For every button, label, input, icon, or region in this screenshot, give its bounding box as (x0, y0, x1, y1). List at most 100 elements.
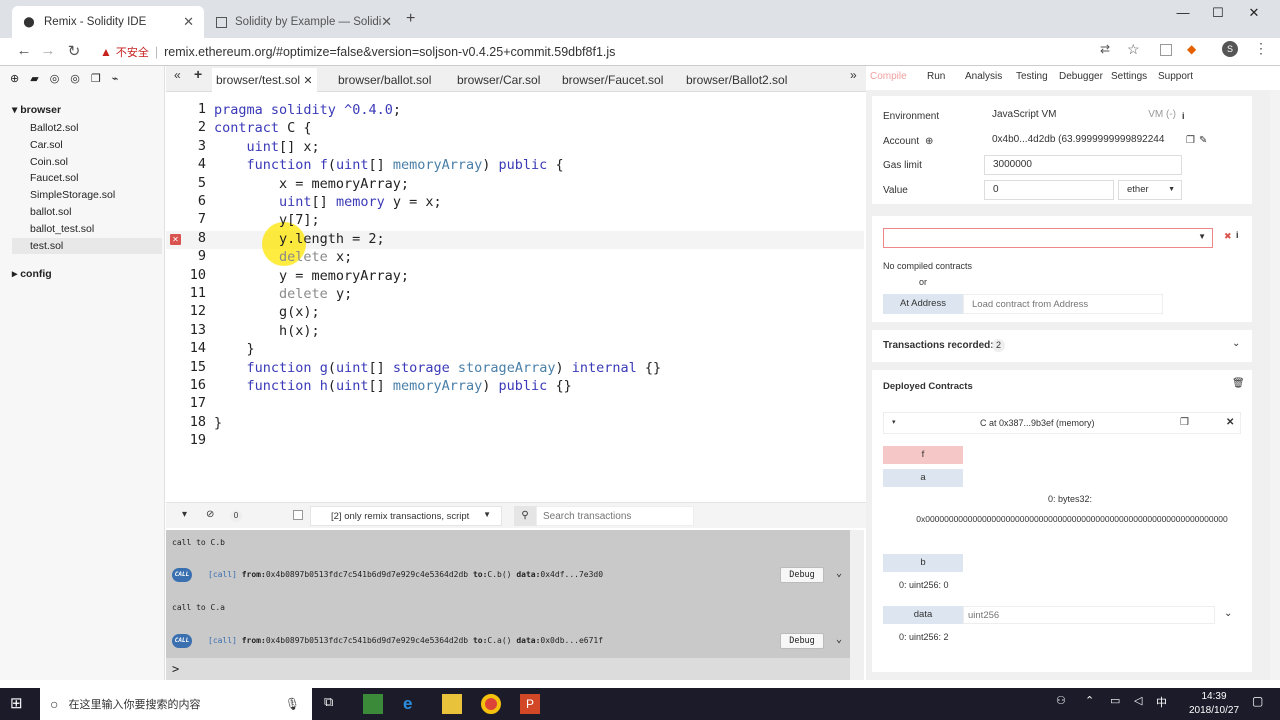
file-item[interactable]: ballot.sol (12, 204, 162, 221)
gas-limit-input[interactable]: 3000000 (984, 155, 1182, 175)
caret-down-icon[interactable]: ▾ (892, 418, 896, 426)
file-item-selected[interactable]: test.sol (12, 237, 162, 255)
file-item[interactable]: SimpleStorage.sol (12, 187, 162, 204)
copy-icon[interactable]: ❐ (1180, 417, 1189, 428)
avatar[interactable]: S (1222, 41, 1238, 57)
new-tab-icon[interactable]: + (406, 10, 415, 28)
info-icon[interactable]: i (1182, 111, 1185, 121)
console-prompt[interactable]: > (166, 658, 850, 680)
search-icon[interactable]: ⚲ (514, 506, 536, 526)
chevron-down-icon[interactable]: ⌄ (1224, 608, 1232, 619)
tab-debugger[interactable]: Debugger (1059, 71, 1103, 82)
console-scrollbar[interactable] (850, 530, 864, 680)
console-entry[interactable]: [call] from:0x4b0897b0513fdc7c541b6d9d7e… (208, 570, 603, 579)
contract-select[interactable]: ▼ (883, 228, 1213, 248)
tab-testing[interactable]: Testing (1016, 71, 1048, 82)
account-select[interactable]: 0x4b0...4d2db (63.9999999999892244 (984, 131, 1182, 151)
ime-icon[interactable]: 中 (1156, 694, 1176, 714)
chevron-down-icon[interactable]: ⌄ (836, 634, 842, 645)
github-icon[interactable]: ◎ (50, 72, 60, 85)
open-folder-icon[interactable]: ▰ (30, 72, 38, 85)
at-address-button[interactable]: At Address (883, 294, 963, 314)
close-editor-tab-icon[interactable]: ✕ (303, 75, 312, 87)
clear-console-icon[interactable]: ⊘ (206, 509, 214, 520)
notification-icon[interactable]: ▢ (1252, 694, 1272, 714)
editor-tab[interactable]: browser/Car.sol (457, 68, 540, 92)
trash-icon[interactable]: 🗑 (1232, 378, 1245, 389)
edit-icon[interactable]: ✎ (1199, 135, 1207, 146)
link-icon[interactable]: ⌁ (112, 72, 119, 85)
add-tab-icon[interactable]: + (194, 66, 202, 82)
close-tab-icon[interactable]: ✕ (183, 14, 194, 30)
value-input[interactable]: 0 (984, 180, 1114, 200)
file-item[interactable]: Car.sol (12, 137, 162, 154)
tab-analysis[interactable]: Analysis (965, 71, 1002, 82)
console-entry[interactable]: [call] from:0x4b0897b0513fdc7c541b6d9d7e… (208, 636, 603, 645)
chevron-down-icon[interactable]: ⌄ (1232, 338, 1240, 349)
gist-icon[interactable]: ◎ (70, 72, 80, 85)
url-text[interactable]: remix.ethereum.org/#optimize=false&versi… (164, 45, 615, 59)
close-tab-icon[interactable]: ✕ (381, 14, 392, 30)
panel-scrollbar[interactable] (1270, 90, 1280, 680)
listen-network-checkbox[interactable] (293, 510, 303, 520)
powerpoint-icon[interactable]: P (520, 694, 540, 714)
function-f-button[interactable]: f (883, 446, 963, 464)
unit-select[interactable]: ether ▼ (1118, 180, 1182, 200)
code-editor[interactable]: ✕ 1 2 3 4 5 6 7 8 9 10 11 12 13 14 15 16 17 18 19 pragma s… (166, 92, 864, 500)
load-address-input[interactable] (963, 294, 1163, 314)
code-content[interactable]: pragma solidity ^0.4.0; contract C { uin… (214, 101, 661, 432)
reload-icon[interactable]: ↻ (64, 42, 84, 60)
contract-instance-header[interactable]: ▾ C at 0x387...9b3ef (memory) ❐ ✕ (883, 412, 1241, 434)
transactions-recorded-card[interactable]: Transactions recorded: 2 ⌄ (872, 330, 1252, 362)
folder-browser[interactable]: ▾ browser (12, 104, 162, 116)
task-view-icon[interactable]: ⧉ (324, 694, 344, 714)
file-item[interactable]: Coin.sol (12, 154, 162, 171)
file-item[interactable]: ballot_test.sol (12, 221, 162, 238)
chrome-icon[interactable] (481, 694, 501, 714)
tab-settings[interactable]: Settings (1111, 71, 1147, 82)
copy-address-icon[interactable]: ❐ (1186, 135, 1195, 146)
info-icon[interactable]: i (1236, 230, 1239, 240)
file-item[interactable]: Faucet.sol (12, 170, 162, 187)
file-item[interactable]: Ballot2.sol (12, 120, 162, 137)
close-icon[interactable]: ✕ (1226, 417, 1234, 428)
menu-dots-icon[interactable]: ⋮ (1254, 40, 1268, 57)
back-icon[interactable]: ← (14, 42, 34, 59)
copy-icon[interactable]: ❐ (91, 72, 101, 85)
minimize-icon[interactable]: — (1165, 4, 1201, 22)
function-a-button[interactable]: a (883, 469, 963, 487)
chevron-up-icon[interactable]: ⌃ (1085, 694, 1105, 714)
forward-icon[interactable]: → (38, 42, 58, 59)
transaction-filter-select[interactable]: [2] only remix transactions, script ▼ (310, 506, 502, 526)
notepad-app-icon[interactable] (363, 694, 383, 714)
tab-support[interactable]: Support (1158, 71, 1193, 82)
translate-icon[interactable]: ⇄ (1100, 42, 1110, 56)
close-window-icon[interactable]: ✕ (1236, 4, 1272, 22)
chevron-left-icon[interactable]: « (174, 68, 181, 82)
data-param-input[interactable] (963, 606, 1215, 624)
tab-compile[interactable]: Compile (870, 71, 907, 82)
add-account-icon[interactable]: ⊕ (925, 136, 933, 147)
microphone-icon[interactable]: 🎙 (285, 697, 300, 711)
browser-tab-solidity-example[interactable]: Solidity by Example — Solidi ✕ (206, 6, 402, 38)
debug-button[interactable]: Debug (780, 633, 824, 649)
people-icon[interactable]: ⚇ (1056, 694, 1076, 714)
search-transactions-input[interactable] (536, 506, 694, 526)
tab-run[interactable]: Run (927, 71, 945, 82)
editor-tab[interactable]: browser/ballot.sol (338, 68, 431, 92)
chevron-right-icon[interactable]: » (850, 68, 857, 82)
clock[interactable]: 14:39 2018/10/27 (1184, 690, 1244, 718)
file-explorer-icon[interactable] (442, 694, 462, 714)
bookmark-star-icon[interactable]: ☆ (1127, 41, 1140, 58)
network-icon[interactable]: ▭ (1110, 694, 1130, 714)
chevron-down-icon[interactable]: ⌄ (836, 568, 842, 579)
windows-start-icon[interactable]: ⊞ (10, 694, 30, 714)
extension-icon[interactable] (1160, 44, 1172, 56)
maximize-icon[interactable]: ☐ (1200, 4, 1236, 22)
taskbar-search[interactable]: ○ 在这里输入你要搜索的内容 🎙 (40, 688, 312, 720)
new-file-icon[interactable]: ⊕ (10, 72, 19, 85)
editor-tab-active[interactable]: browser/test.sol ✕ (212, 68, 317, 92)
environment-select[interactable]: JavaScript VM VM (-) (984, 106, 1182, 126)
function-data-button[interactable]: data (883, 606, 963, 624)
metamask-icon[interactable]: ◆ (1187, 42, 1196, 56)
